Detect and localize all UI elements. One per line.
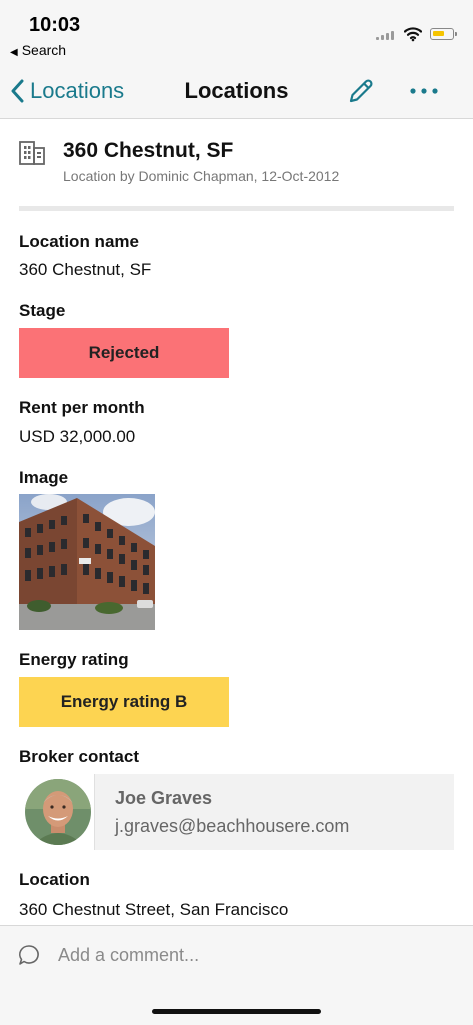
location-label: Location xyxy=(19,870,90,889)
signal-icon xyxy=(376,30,396,40)
rent-value: USD 32,000.00 xyxy=(19,427,136,446)
back-to-app-link[interactable]: ◀ Search xyxy=(10,42,66,58)
location-name-label: Location name xyxy=(19,232,139,251)
back-button[interactable]: Locations xyxy=(10,76,124,106)
location-photo[interactable] xyxy=(19,494,155,630)
wifi-icon xyxy=(404,27,422,42)
battery-icon xyxy=(430,28,457,40)
image-label: Image xyxy=(19,468,69,487)
energy-label: Energy rating xyxy=(19,650,129,669)
broker-name: Joe Graves xyxy=(115,788,213,808)
location-value[interactable]: 360 Chestnut Street, San Francisco xyxy=(19,900,288,920)
status-time: 10:03 xyxy=(29,14,81,36)
stage-label: Stage xyxy=(19,301,66,320)
energy-badge[interactable]: Energy rating B xyxy=(19,677,229,727)
location-name-value: 360 Chestnut, SF xyxy=(19,260,152,279)
nav-bar: Locations Locations xyxy=(0,64,473,119)
broker-label: Broker contact xyxy=(19,747,139,766)
record-detail: 360 Chestnut, SF Location by Dominic Cha… xyxy=(0,119,473,925)
broker-email[interactable]: j.graves@beachhousere.com xyxy=(115,816,349,837)
building-icon xyxy=(19,141,45,165)
record-title: 360 Chestnut, SF xyxy=(63,139,234,162)
edit-pencil-icon[interactable] xyxy=(346,76,376,106)
broker-contact-card[interactable]: Joe Graves j.graves@beachhousere.com xyxy=(19,774,454,850)
back-app-label: Search xyxy=(21,42,67,58)
comment-bubble-icon xyxy=(19,945,39,965)
more-icon[interactable] xyxy=(406,76,442,106)
record-subtitle: Location by Dominic Chapman, 12-Oct-2012 xyxy=(63,168,340,184)
header-divider xyxy=(19,206,454,211)
back-triangle-icon: ◀ xyxy=(10,47,18,58)
status-bar: 10:03 ◀ Search xyxy=(0,0,473,64)
avatar xyxy=(25,779,91,845)
stage-badge[interactable]: Rejected xyxy=(19,328,229,378)
rent-label: Rent per month xyxy=(19,398,145,417)
home-indicator xyxy=(152,1009,321,1014)
comment-input[interactable] xyxy=(58,942,438,968)
back-button-label: Locations xyxy=(30,78,125,103)
avatar-frame xyxy=(19,774,95,850)
comment-bar xyxy=(0,925,473,1025)
back-chevron-icon xyxy=(11,79,24,103)
